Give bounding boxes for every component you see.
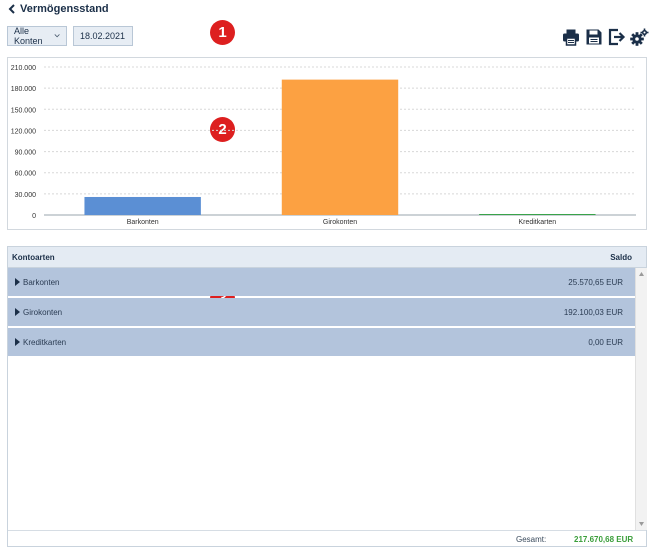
- print-icon: [563, 29, 579, 46]
- table-row-barkonten[interactable]: Barkonten 25.570,65 EUR: [8, 268, 635, 296]
- expand-triangle-icon[interactable]: [15, 308, 20, 316]
- y-tick-label: 210.000: [11, 65, 36, 72]
- expand-triangle-icon[interactable]: [15, 338, 20, 346]
- accounts-dropdown[interactable]: Alle Konten: [7, 26, 67, 46]
- date-dropdown-value: 18.02.2021: [80, 31, 126, 41]
- print-button[interactable]: [562, 28, 580, 46]
- save-button[interactable]: [585, 28, 603, 46]
- y-tick-label: 120.000: [11, 128, 36, 135]
- total-value: 217.670,68 EUR: [574, 535, 634, 544]
- total-label: Gesamt:: [516, 535, 547, 544]
- page-title-text: Vermögensstand: [20, 3, 109, 15]
- col-header-balance[interactable]: Saldo: [610, 253, 632, 262]
- table-footer: Gesamt: 217.670,68 EUR: [8, 530, 646, 547]
- chart-panel: 0 30.000 60.000 90.000 120.000 150.000 180.000…: [7, 57, 647, 230]
- bar-girokonten: [281, 79, 399, 215]
- row-value: 192.100,03 EUR: [563, 308, 623, 317]
- scroll-down-icon: [639, 522, 644, 526]
- vertical-scrollbar[interactable]: [635, 268, 647, 530]
- row-value: 0,00 EUR: [588, 338, 623, 347]
- settings-icon: [630, 28, 649, 46]
- callout-badge-1: 1: [210, 20, 235, 45]
- bar-barkonten: [84, 196, 201, 215]
- bar-kreditkarten: [479, 214, 596, 215]
- accounts-dropdown-value: Alle Konten: [14, 26, 43, 46]
- scrollbar-arrows: [639, 272, 644, 526]
- x-tick-label: Kreditkarten: [518, 219, 556, 226]
- table-header: Kontoarten Saldo: [8, 247, 646, 268]
- page-title[interactable]: Vermögensstand: [8, 3, 109, 15]
- scroll-up-icon: [639, 272, 644, 276]
- y-tick-label: 0: [32, 213, 36, 220]
- y-tick-label: 180.000: [11, 86, 36, 93]
- export-button[interactable]: [608, 28, 626, 46]
- row-value: 25.570,65 EUR: [568, 278, 623, 287]
- settings-button[interactable]: [629, 28, 649, 46]
- date-dropdown[interactable]: 18.02.2021: [73, 26, 133, 46]
- x-tick-label: Girokonten: [323, 219, 357, 226]
- y-tick-label: 30.000: [15, 192, 37, 199]
- y-tick-label: 150.000: [11, 107, 36, 114]
- y-tick-label: 60.000: [15, 171, 37, 178]
- row-label: Barkonten: [23, 278, 60, 287]
- chevron-down-icon: [54, 34, 60, 38]
- export-icon: [608, 28, 626, 46]
- expand-triangle-icon[interactable]: [15, 278, 20, 286]
- row-label: Kreditkarten: [23, 338, 67, 347]
- account-types-table: Kontoarten Saldo Barkonten 25.570,65 EUR…: [7, 246, 647, 547]
- bar-chart: 0 30.000 60.000 90.000 120.000 150.000 180.000…: [11, 65, 636, 226]
- col-header-account-type[interactable]: Kontoarten: [12, 253, 55, 262]
- x-tick-label: Barkonten: [127, 219, 159, 226]
- save-icon: [586, 29, 602, 45]
- back-chevron-icon[interactable]: [8, 4, 16, 14]
- y-tick-label: 90.000: [15, 150, 37, 157]
- row-label: Girokonten: [23, 308, 63, 317]
- table-row-kreditkarten[interactable]: Kreditkarten 0,00 EUR: [8, 328, 635, 356]
- table-row-girokonten[interactable]: Girokonten 192.100,03 EUR: [8, 298, 635, 326]
